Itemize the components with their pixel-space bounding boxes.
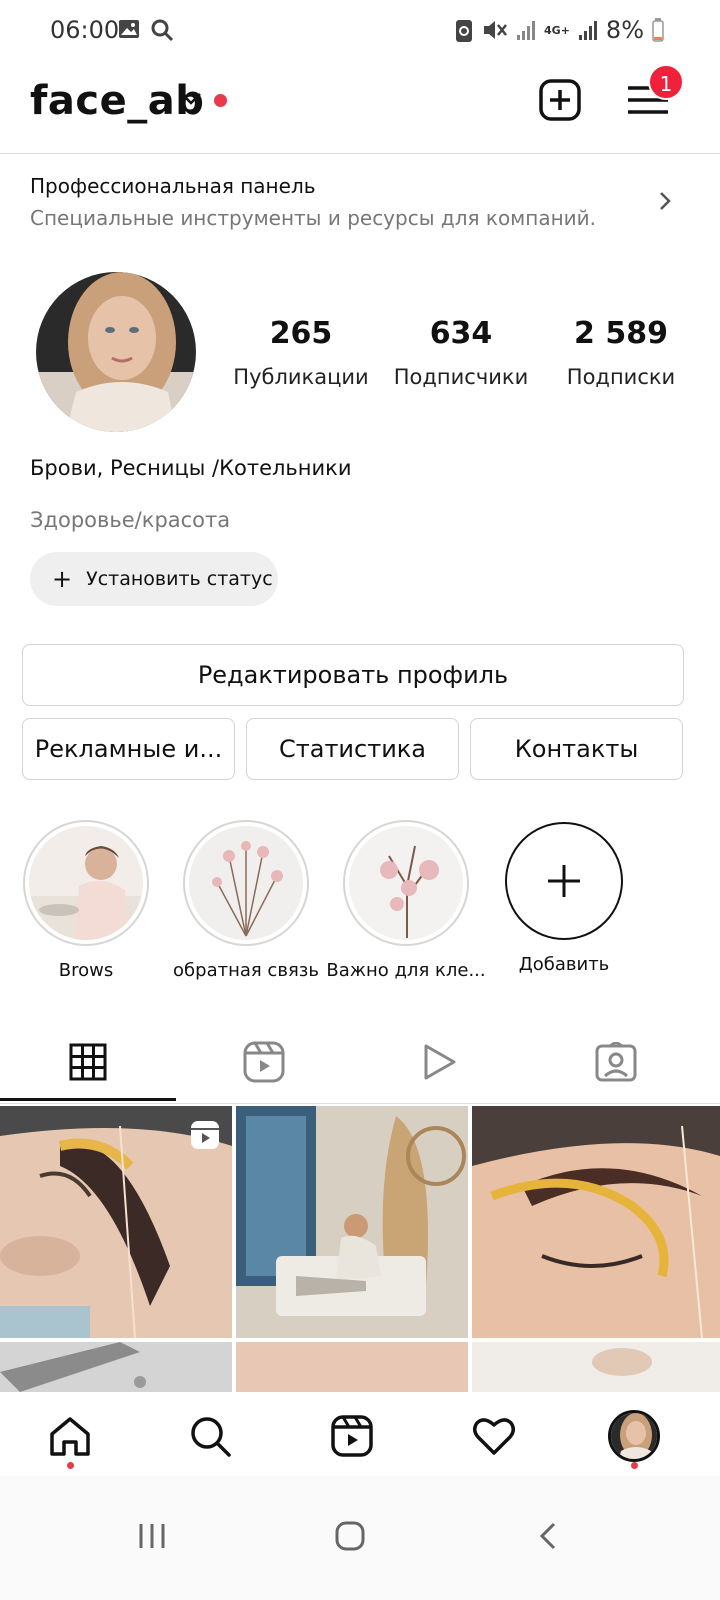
story-highlights: Brows обратная связь Важно для кле... До… xyxy=(0,820,720,1000)
post-thumbnail[interactable] xyxy=(236,1106,468,1338)
add-highlight[interactable]: Добавить xyxy=(484,820,644,975)
stat-value: 2 589 xyxy=(574,316,668,351)
highlight-label: обратная связь xyxy=(173,960,319,981)
contacts-button[interactable]: Контакты xyxy=(470,718,683,780)
highlight-brows[interactable]: Brows xyxy=(6,820,166,981)
battery-percent: 8% xyxy=(605,16,644,44)
insights-button[interactable]: Статистика xyxy=(246,718,459,780)
highlight-cover xyxy=(349,826,463,940)
tab-reels[interactable] xyxy=(176,1020,352,1104)
notification-dot xyxy=(631,1462,638,1469)
set-status-label: Установить статус xyxy=(86,568,273,590)
play-icon xyxy=(424,1044,456,1080)
recent-apps-button[interactable] xyxy=(122,1506,182,1566)
plus-icon: + xyxy=(52,565,73,593)
tagged-icon xyxy=(595,1042,637,1082)
gallery-icon xyxy=(119,20,139,38)
profile-avatar[interactable] xyxy=(36,272,196,432)
highlight-important[interactable]: Важно для кле... xyxy=(326,820,486,981)
chevron-right-icon xyxy=(660,192,671,210)
edit-profile-button[interactable]: Редактировать профиль xyxy=(22,644,684,706)
status-time: 06:00 xyxy=(50,16,120,44)
posts-grid xyxy=(0,1106,720,1406)
stat-followers[interactable]: 634 Подписчики xyxy=(386,316,536,389)
set-status-button[interactable]: + Установить статус xyxy=(30,552,278,606)
stat-posts[interactable]: 265 Публикации xyxy=(226,316,376,389)
ad-tools-button[interactable]: Рекламные и... xyxy=(22,718,235,780)
stat-label: Подписки xyxy=(566,365,676,389)
avatar xyxy=(608,1410,660,1462)
notification-dot xyxy=(67,1462,74,1469)
bio-category: Здоровье/красота xyxy=(30,508,231,532)
reels-icon xyxy=(191,1121,219,1149)
signal-icon xyxy=(578,21,597,40)
system-navigation xyxy=(0,1476,720,1600)
bio-name: Брови, Ресницы /Котельники xyxy=(30,456,352,480)
status-bar: 06:00 4G+ 8% xyxy=(0,0,720,62)
tab-tagged[interactable] xyxy=(528,1020,704,1104)
battery-icon xyxy=(652,18,664,42)
notification-dot xyxy=(214,94,227,107)
search-status-icon xyxy=(151,19,174,42)
stat-value: 634 xyxy=(429,316,493,351)
profile-tabs xyxy=(0,1020,720,1104)
pro-panel-subtitle: Специальные инструменты и ресурсы для ко… xyxy=(30,206,597,230)
reels-icon xyxy=(243,1041,285,1083)
back-button[interactable] xyxy=(518,1506,578,1566)
chevron-down-icon[interactable] xyxy=(180,92,202,106)
pro-panel-title: Профессиональная панель xyxy=(30,174,316,198)
menu-badge: 1 xyxy=(648,64,684,100)
highlight-feedback[interactable]: обратная связь xyxy=(166,820,326,981)
create-post-icon[interactable] xyxy=(538,78,582,122)
mute-icon xyxy=(484,21,507,39)
recent-apps-icon xyxy=(139,1524,165,1548)
professional-dashboard[interactable]: Профессиональная панель Специальные инст… xyxy=(0,160,720,248)
reels-icon xyxy=(331,1415,373,1457)
network-type: 4G+ xyxy=(544,23,570,37)
highlight-label: Важно для кле... xyxy=(326,960,486,981)
recycle-icon xyxy=(456,20,473,42)
post-thumbnail[interactable] xyxy=(0,1106,232,1338)
home-circle-icon xyxy=(335,1521,365,1551)
nav-profile[interactable] xyxy=(604,1406,664,1466)
heart-icon xyxy=(473,1418,515,1455)
tab-posts[interactable] xyxy=(0,1020,176,1104)
home-button[interactable] xyxy=(320,1506,380,1566)
tab-videos[interactable] xyxy=(352,1020,528,1104)
stat-label: Публикации xyxy=(233,365,369,389)
signal-icon xyxy=(517,21,536,40)
stat-following[interactable]: 2 589 Подписки xyxy=(546,316,696,389)
home-icon xyxy=(50,1417,90,1456)
profile-header: face_ab 1 xyxy=(0,62,720,154)
post-thumbnail[interactable] xyxy=(472,1106,720,1338)
nav-home[interactable] xyxy=(40,1406,100,1466)
back-chevron-icon xyxy=(539,1522,556,1550)
grid-icon xyxy=(69,1043,107,1081)
active-tab-indicator xyxy=(0,1098,176,1101)
highlight-label: Добавить xyxy=(518,954,610,975)
profile-stats: 265 Публикации 634 Подписчики 2 589 Подп… xyxy=(226,316,696,389)
nav-activity[interactable] xyxy=(464,1406,524,1466)
plus-icon xyxy=(548,865,580,897)
highlight-label: Brows xyxy=(58,960,114,981)
nav-search[interactable] xyxy=(180,1406,240,1466)
nav-reels[interactable] xyxy=(322,1406,382,1466)
highlight-cover xyxy=(29,826,143,940)
stat-label: Подписчики xyxy=(393,365,529,389)
bottom-navigation xyxy=(0,1392,720,1476)
highlight-cover xyxy=(189,826,303,940)
stat-value: 265 xyxy=(269,316,333,351)
search-icon xyxy=(191,1417,231,1457)
username-switcher[interactable]: face_ab xyxy=(30,78,204,124)
